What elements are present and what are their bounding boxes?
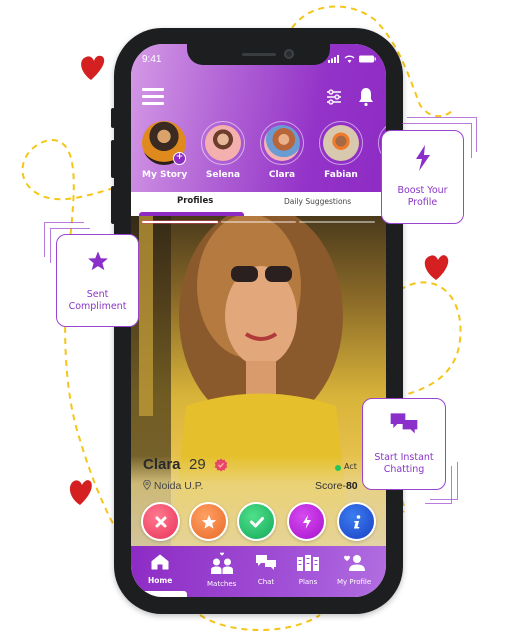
nav-label: Home (148, 576, 173, 585)
app-screen: 9:41 + My Story Selena Clara Fabian Prof… (131, 44, 386, 597)
profile-location: Noida U.P. (143, 479, 204, 492)
callout-line: Boost Your (397, 185, 448, 196)
nav-label: Plans (298, 578, 318, 586)
boost-profile-card[interactable]: Boost Your Profile (381, 130, 464, 224)
callout-line: Sent (86, 289, 109, 300)
location-pin-icon (143, 479, 151, 491)
phone-side-button (111, 140, 115, 178)
profile-photo[interactable] (131, 216, 386, 546)
tab-daily-suggestions[interactable]: Daily Suggestions (284, 197, 351, 206)
nav-matches[interactable]: Matches (207, 552, 236, 588)
callout-text: Sent Compliment (57, 289, 138, 313)
nav-home[interactable]: Home (148, 554, 172, 585)
boost-button[interactable] (287, 502, 326, 541)
sent-compliment-card[interactable]: Sent Compliment (56, 234, 139, 327)
profile-age: 29 (189, 456, 206, 473)
favorite-button[interactable] (189, 502, 228, 541)
profile-actions (141, 502, 381, 542)
location-text: Noida U.P. (153, 480, 204, 492)
info-icon (353, 514, 360, 528)
wifi-icon (344, 55, 355, 63)
phone-side-button (111, 108, 115, 128)
dashed-path-bottom (199, 614, 321, 631)
sliders-icon[interactable] (326, 89, 342, 105)
signal-icon (328, 55, 339, 63)
photo-progress-segment (220, 221, 297, 223)
photo-progress-segment (299, 221, 375, 223)
active-nav-indicator (139, 591, 187, 597)
like-button[interactable] (237, 502, 276, 541)
verified-badge-icon (214, 458, 228, 472)
chat-bubbles-icon (390, 413, 418, 434)
heart-icon (424, 255, 449, 280)
online-status-dot (335, 465, 341, 471)
nav-label: My Profile (337, 578, 372, 586)
callout-line: Start Instant (374, 452, 434, 463)
story-label: Clara (268, 170, 296, 180)
phone-camera (284, 49, 294, 59)
score-value: 80 (345, 480, 358, 492)
photo-progress-segment (142, 221, 218, 223)
score-label: Score- (315, 480, 346, 492)
phone-side-button (111, 186, 115, 224)
add-story-icon[interactable]: + (173, 152, 186, 165)
nav-plans[interactable]: Plans (296, 554, 320, 586)
battery-icon (359, 55, 376, 63)
plans-icon (297, 555, 319, 571)
story-label: My Story (142, 170, 188, 180)
avatar (323, 125, 359, 161)
status-time: 9:41 (142, 54, 162, 65)
instant-chat-card[interactable]: Start Instant Chatting (362, 398, 446, 490)
hamburger-menu-icon[interactable] (142, 88, 164, 105)
callout-line: Chatting (383, 464, 425, 475)
callout-line: Profile (407, 197, 438, 208)
tab-profiles[interactable]: Profiles (177, 196, 213, 206)
story-label: Selena (205, 170, 241, 180)
reject-button[interactable] (141, 502, 180, 541)
chat-bubbles-icon (256, 555, 276, 570)
avatar (264, 125, 300, 161)
story-fabian[interactable]: Fabian (319, 121, 363, 180)
heart-icon (81, 55, 105, 80)
stories-row: + My Story Selena Clara Fabian C (142, 121, 386, 180)
match-score: Score-80 (315, 480, 358, 492)
status-icons (328, 55, 376, 63)
close-icon (155, 516, 166, 527)
callout-line: Compliment (68, 301, 127, 312)
story-label: Fabian (324, 170, 358, 180)
story-selena[interactable]: Selena (201, 121, 245, 180)
home-icon (151, 554, 169, 570)
couple-icon (210, 552, 233, 574)
callout-text: Boost Your Profile (382, 185, 463, 209)
star-icon (201, 514, 216, 529)
lightning-icon (416, 145, 430, 171)
nav-label: Chat (257, 578, 275, 586)
profile-tabs: Profiles Daily Suggestions (131, 192, 386, 214)
online-status-text: Act (344, 462, 357, 471)
app-header: 9:41 + My Story Selena Clara Fabian (131, 44, 386, 212)
callout-text: Start Instant Chatting (363, 452, 445, 476)
profile-name: Clara (143, 456, 181, 473)
story-my-story[interactable]: + My Story (142, 121, 188, 180)
profile-heart-icon (344, 555, 366, 571)
bottom-navigation: Home Matches Chat Plans My Profile (131, 546, 386, 597)
nav-my-profile[interactable]: My Profile (337, 554, 371, 586)
lightning-icon (302, 514, 311, 529)
star-icon (88, 251, 108, 271)
phone-speaker (242, 53, 276, 56)
bell-icon[interactable] (358, 87, 374, 107)
nav-chat[interactable]: Chat (255, 554, 277, 586)
story-clara[interactable]: Clara (260, 121, 304, 180)
info-button[interactable] (337, 502, 376, 541)
avatar (205, 125, 241, 161)
check-icon (249, 516, 264, 527)
nav-label: Matches (207, 580, 237, 588)
dashed-path-left (21, 138, 126, 546)
heart-icon (69, 480, 92, 505)
